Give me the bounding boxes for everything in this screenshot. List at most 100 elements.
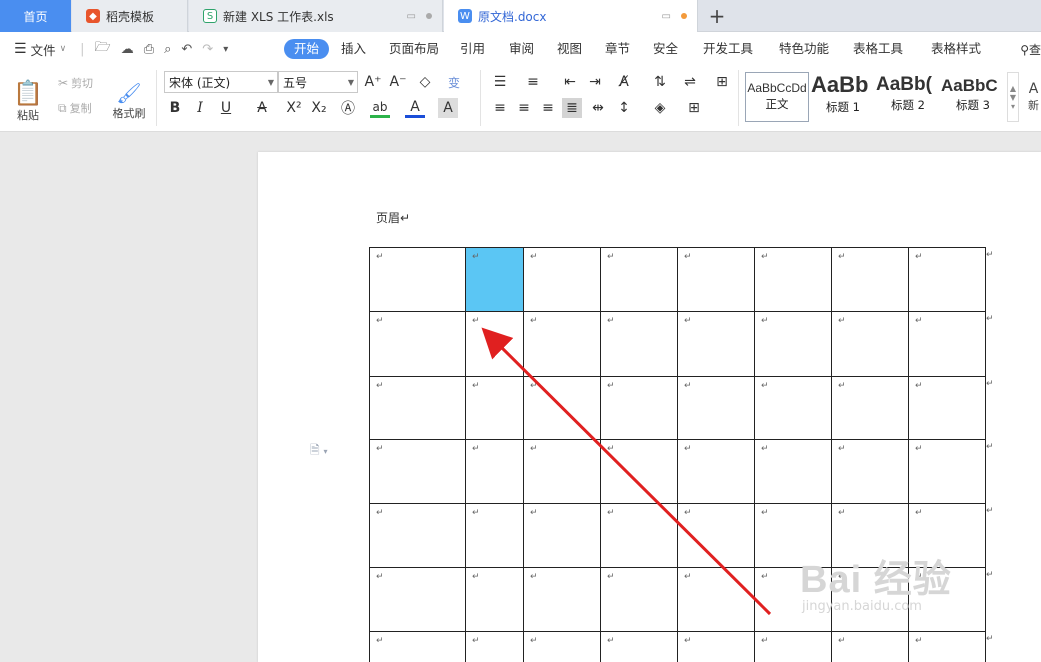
underline-icon[interactable]: U xyxy=(216,98,236,118)
shading-icon[interactable]: ◈ xyxy=(650,98,670,118)
new-style-button[interactable]: A 新 xyxy=(1026,72,1041,122)
table-grid-icon[interactable]: ⊞ xyxy=(712,72,732,92)
menu-developer[interactable]: 开发工具 xyxy=(703,39,753,59)
table-cell[interactable]: ↵ xyxy=(523,376,601,440)
decrease-indent-icon[interactable]: ⇤ xyxy=(560,72,580,92)
page-header-text[interactable]: 页眉↵ xyxy=(376,209,410,226)
menu-security[interactable]: 安全 xyxy=(653,39,678,59)
table-cell[interactable]: ↵ xyxy=(600,311,678,377)
copy-button[interactable]: ⧉ 复制 xyxy=(58,99,92,117)
font-name-select[interactable]: 宋体 (正文) ▼ xyxy=(164,71,278,93)
borders-icon[interactable]: ⊞ xyxy=(684,98,704,118)
tab-home[interactable]: 首页 xyxy=(0,0,71,32)
menu-review[interactable]: 审阅 xyxy=(509,39,534,59)
table-cell[interactable]: ↵ xyxy=(677,311,755,377)
tab-template[interactable]: ◆ 稻壳模板 xyxy=(72,0,188,32)
table-cell[interactable]: ↵ xyxy=(465,311,524,377)
text-effect-icon[interactable]: Ⓐ xyxy=(338,98,358,118)
table-cell[interactable]: ↵ xyxy=(465,503,524,568)
line-spacing-icon[interactable]: ↕ xyxy=(614,98,634,118)
italic-icon[interactable]: I xyxy=(190,98,210,118)
bold-icon[interactable]: B xyxy=(165,98,185,118)
tab-xls[interactable]: S 新建 XLS 工作表.xls ▭ xyxy=(189,0,443,32)
print-preview-icon[interactable]: ⌕ xyxy=(164,42,171,57)
table-cell[interactable]: ↵ xyxy=(600,247,678,312)
table-cell[interactable]: ↵ xyxy=(523,247,601,312)
table-cell[interactable]: ↵ xyxy=(523,567,601,632)
styles-scroll[interactable]: ▲ ▼ ▾ xyxy=(1007,72,1019,122)
table-cell[interactable]: ↵ xyxy=(754,247,832,312)
print-icon[interactable]: ⎙ xyxy=(144,42,154,57)
table-cell[interactable]: ↵ xyxy=(754,376,832,440)
style-heading-2[interactable]: AaBb( 标题 2 xyxy=(876,72,940,122)
show-marks-icon[interactable]: ⇌ xyxy=(680,72,700,92)
table-cell[interactable]: ↵ xyxy=(677,376,755,440)
text-direction-icon[interactable]: A̸ xyxy=(614,72,634,92)
table-cell[interactable]: ↵ xyxy=(677,631,755,662)
table-cell[interactable]: ↵ xyxy=(369,247,466,312)
font-size-select[interactable]: 五号 ▼ xyxy=(278,71,358,93)
table-cell[interactable]: ↵ xyxy=(465,631,524,662)
table-cell[interactable]: ↵ xyxy=(831,376,909,440)
menu-table-style[interactable]: 表格样式 xyxy=(931,39,981,59)
open-folder-icon[interactable]: 🗁 xyxy=(95,38,111,60)
screen-icon[interactable]: ▭ xyxy=(662,11,671,22)
customize-icon[interactable]: ▾ xyxy=(223,44,228,55)
table-cell[interactable]: ↵ xyxy=(831,631,909,662)
file-menu[interactable]: ☰ 文件 ∨ xyxy=(14,40,66,59)
menu-table-tools[interactable]: 表格工具 xyxy=(853,39,903,59)
table-cell[interactable]: ↵ xyxy=(369,439,466,504)
menu-special[interactable]: 特色功能 xyxy=(779,39,829,59)
paste-button[interactable]: 📋 粘贴 xyxy=(12,72,44,130)
table-cell[interactable]: ↵ xyxy=(465,439,524,504)
highlight-icon[interactable]: ab xyxy=(370,98,390,118)
menu-chapter[interactable]: 章节 xyxy=(605,39,630,59)
table-cell[interactable]: ↵ xyxy=(831,247,909,312)
table-cell[interactable]: ↵ xyxy=(677,567,755,632)
table-cell[interactable]: ↵ xyxy=(600,376,678,440)
grow-font-icon[interactable]: A⁺ xyxy=(363,72,383,92)
char-shading-icon[interactable]: A xyxy=(438,98,458,118)
menu-home[interactable]: 开始 xyxy=(284,39,330,59)
table-cell[interactable]: ↵ xyxy=(908,311,986,377)
paragraph-menu-icon[interactable]: 🗎 ▾ xyxy=(310,441,327,462)
bullet-list-icon[interactable]: ☰ xyxy=(490,72,510,92)
strikethrough-icon[interactable]: A xyxy=(252,98,272,118)
clear-format-icon[interactable]: ◇ xyxy=(415,72,435,92)
style-heading-1[interactable]: AaBb 标题 1 xyxy=(811,72,875,122)
numbered-list-icon[interactable]: ≡ xyxy=(523,72,543,92)
increase-indent-icon[interactable]: ⇥ xyxy=(585,72,605,92)
table-cell[interactable]: ↵ xyxy=(369,631,466,662)
table-cell[interactable]: ↵ xyxy=(369,567,466,632)
menu-insert[interactable]: 插入 xyxy=(341,39,366,59)
pinyin-icon[interactable]: 变 xyxy=(444,72,464,92)
table-cell[interactable]: ↵ xyxy=(908,376,986,440)
cut-button[interactable]: ✂ 剪切 xyxy=(58,74,93,92)
table-cell[interactable]: ↵ xyxy=(523,311,601,377)
table-cell[interactable]: ↵ xyxy=(369,311,466,377)
new-tab-button[interactable]: + xyxy=(703,0,731,32)
table-cell[interactable]: ↵ xyxy=(600,567,678,632)
justify-icon[interactable]: ≣ xyxy=(562,98,582,118)
table-cell[interactable]: ↵ xyxy=(908,631,986,662)
table-cell[interactable]: ↵ xyxy=(369,503,466,568)
table-cell[interactable]: ↵ xyxy=(677,247,755,312)
format-painter-button[interactable]: 🖌 格式刷 xyxy=(110,72,148,130)
table-cell[interactable]: ↵ xyxy=(465,376,524,440)
table-cell[interactable]: ↵ xyxy=(908,439,986,504)
table-cell[interactable]: ↵ xyxy=(831,439,909,504)
redo-icon[interactable]: ↷ xyxy=(202,42,213,57)
tab-docx[interactable]: W 原文档.docx ▭ xyxy=(444,0,698,32)
table-cell[interactable]: ↵ xyxy=(523,503,601,568)
table-cell[interactable]: ↵ xyxy=(908,247,986,312)
table-cell[interactable]: ↵ xyxy=(677,439,755,504)
align-right-icon[interactable]: ≡ xyxy=(538,98,558,118)
sort-icon[interactable]: ⇅ xyxy=(650,72,670,92)
cloud-icon[interactable]: ☁ xyxy=(121,42,134,57)
table-cell[interactable]: ↵ xyxy=(465,247,524,312)
table-cell[interactable]: ↵ xyxy=(523,631,601,662)
distribute-icon[interactable]: ⇹ xyxy=(588,98,608,118)
table-cell[interactable]: ↵ xyxy=(754,311,832,377)
style-normal[interactable]: AaBbCcDd 正文 xyxy=(745,72,809,122)
menu-references[interactable]: 引用 xyxy=(460,39,485,59)
